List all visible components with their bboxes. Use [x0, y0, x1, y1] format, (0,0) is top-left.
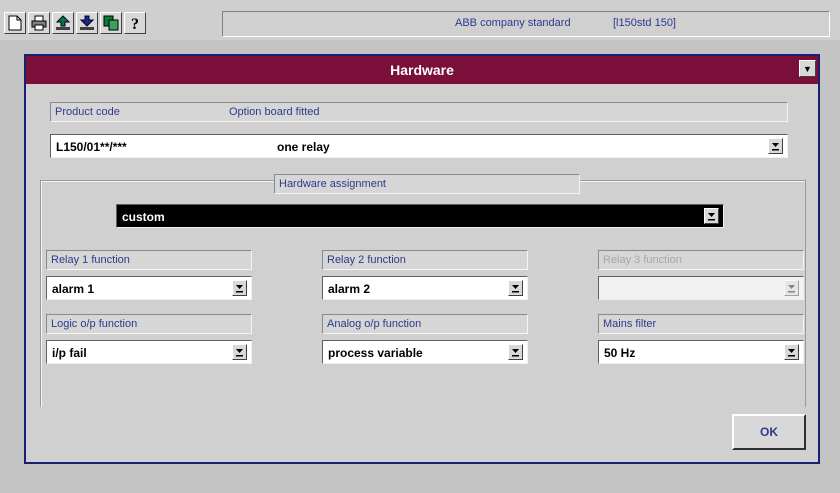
dropdown-arrow-icon	[236, 285, 243, 293]
mains-filter-label: Mains filter	[598, 314, 804, 334]
status-ref: [l150std 150]	[613, 17, 676, 29]
mains-filter-combo[interactable]: 50 Hz	[598, 340, 804, 364]
toolbar: ? ABB company standard [l150std 150]	[0, 0, 840, 40]
copy-icon	[103, 15, 119, 31]
status-field: ABB company standard [l150std 150]	[222, 11, 830, 37]
hardware-assignment-value: custom	[122, 210, 165, 224]
dialog-title: Hardware	[26, 56, 818, 84]
dropdown-arrow-icon	[788, 285, 795, 293]
hardware-assignment-label: Hardware assignment	[274, 174, 580, 194]
load-button[interactable]	[52, 12, 74, 34]
dropdown-arrow-icon	[236, 349, 243, 357]
product-code-header: Product code Option board fitted	[50, 102, 788, 122]
logic-output-dropdown-button[interactable]	[232, 344, 247, 360]
help-button[interactable]: ?	[124, 12, 146, 34]
mains-filter-value: 50 Hz	[604, 346, 636, 360]
relay2-combo[interactable]: alarm 2	[322, 276, 528, 300]
relay1-dropdown-button[interactable]	[232, 280, 247, 296]
copy-button[interactable]	[100, 12, 122, 34]
relay1-label: Relay 1 function	[46, 250, 252, 270]
product-code-value: L150/01**/***	[56, 140, 127, 154]
status-text: ABB company standard	[455, 17, 571, 29]
new-document-icon	[8, 15, 22, 31]
dropdown-arrow-icon	[788, 349, 795, 357]
relay1-value: alarm 1	[52, 282, 95, 296]
save-button[interactable]	[76, 12, 98, 34]
print-icon	[31, 15, 47, 31]
analog-output-label: Analog o/p function	[322, 314, 528, 334]
help-icon: ?	[131, 16, 139, 31]
new-document-button[interactable]	[4, 12, 26, 34]
logic-output-label: Logic o/p function	[46, 314, 252, 334]
hardware-dialog: Hardware ▼ Product code Option board fit…	[24, 54, 820, 464]
mains-filter-dropdown-button[interactable]	[784, 344, 799, 360]
product-code-dropdown-button[interactable]	[768, 138, 783, 154]
ok-button[interactable]: OK	[732, 414, 806, 450]
print-button[interactable]	[28, 12, 50, 34]
logic-output-combo[interactable]: i/p fail	[46, 340, 252, 364]
dropdown-arrow-icon: ▼	[803, 63, 812, 74]
logic-output-value: i/p fail	[52, 346, 87, 360]
dropdown-arrow-icon	[512, 349, 519, 357]
relay1-combo[interactable]: alarm 1	[46, 276, 252, 300]
dropdown-arrow-icon	[772, 143, 779, 151]
analog-output-combo[interactable]: process variable	[322, 340, 528, 364]
relay2-value: alarm 2	[328, 282, 371, 296]
analog-output-value: process variable	[328, 346, 423, 360]
load-icon	[55, 15, 71, 30]
option-board-label: Option board fitted	[229, 106, 320, 118]
dropdown-arrow-icon	[708, 213, 715, 221]
relay3-dropdown-button	[784, 280, 799, 296]
system-menu-button[interactable]: ▼	[799, 60, 816, 77]
hardware-assignment-dropdown-button[interactable]	[704, 208, 719, 224]
product-code-label: Product code	[55, 106, 120, 118]
analog-output-dropdown-button[interactable]	[508, 344, 523, 360]
save-icon	[79, 15, 95, 30]
option-board-value: one relay	[277, 140, 330, 154]
svg-text:?: ?	[131, 16, 139, 31]
dropdown-arrow-icon	[512, 285, 519, 293]
relay3-label: Relay 3 function	[598, 250, 804, 270]
relay2-dropdown-button[interactable]	[508, 280, 523, 296]
relay3-combo	[598, 276, 804, 300]
relay2-label: Relay 2 function	[322, 250, 528, 270]
hardware-assignment-combo[interactable]: custom	[116, 204, 724, 228]
product-code-combo[interactable]: L150/01**/*** one relay	[50, 134, 788, 158]
